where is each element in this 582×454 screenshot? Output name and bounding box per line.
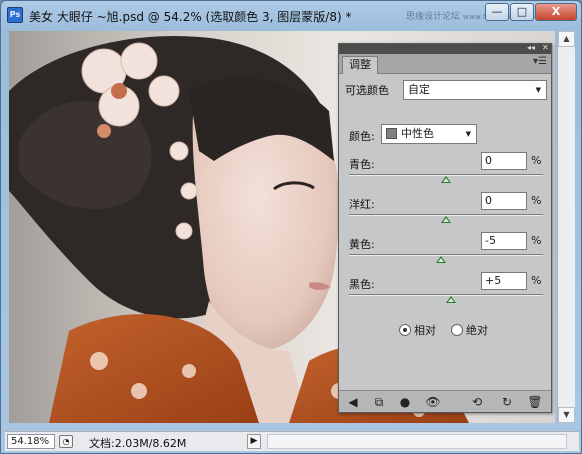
scroll-down-icon[interactable]: ▼ [558,407,575,423]
window-title: 美女 大眼仔 ~旭.psd @ 54.2% (选取颜色 3, 图层蒙版/8) * [29,10,352,24]
trash-icon[interactable]: 🗑 [527,394,543,410]
adjustment-title: 可选颜色 [345,84,389,97]
photoshop-document-window: Ps 美女 大眼仔 ~旭.psd @ 54.2% (选取颜色 3, 图层蒙版/8… [0,0,582,454]
watermark-text: 思缘设计论坛 [406,12,461,22]
expand-view-icon[interactable]: ⧉ [371,394,387,410]
panel-close-icon[interactable]: ✕ [542,43,549,52]
slider-thumb[interactable] [441,216,451,223]
radio-absolute-label: 绝对 [466,324,488,337]
title-bar[interactable]: Ps 美女 大眼仔 ~旭.psd @ 54.2% (选取颜色 3, 图层蒙版/8… [1,1,581,31]
color-label: 颜色: [349,130,375,143]
document-info: 文档:2.03M/8.62M [89,437,187,450]
slider-value-field[interactable]: 0 [481,192,527,210]
slider-label: 黄色: [349,238,375,251]
radio-relative-dot[interactable] [399,324,411,336]
color-swatch [386,128,397,139]
radio-relative-label: 相对 [414,324,436,337]
slider-thumb[interactable] [445,296,456,303]
slider-value-field[interactable]: -5 [481,232,527,250]
radio-absolute-dot[interactable] [451,324,463,336]
slider-label: 黑色: [349,278,375,291]
back-arrow-icon[interactable]: ◀ [345,394,361,410]
tab-adjustments[interactable]: 调整 [342,56,378,74]
percent-unit: % [531,274,542,287]
chevron-down-icon: ▼ [535,86,541,94]
panel-menu-icon[interactable]: ▾☰ [533,56,547,67]
status-bar: 54.18% ◔ 文档:2.03M/8.62M ▶ [5,431,579,451]
collapse-icon[interactable]: ◂◂ [527,43,535,52]
photoshop-app-icon: Ps [7,7,23,23]
percent-unit: % [531,154,542,167]
proof-icon[interactable]: ◔ [59,435,73,448]
scroll-up-icon[interactable]: ▲ [558,31,575,47]
color-select[interactable]: 中性色 ▼ [381,124,477,144]
eye-icon[interactable]: 👁 [425,394,441,410]
adjustments-panel: ◂◂ ✕ 调整 ▾☰ 可选颜色 自定 ▼ 颜色: 中性色 ▼ 青色: 0% 洋红: 0… [338,43,552,413]
slider-value-field[interactable]: +5 [481,272,527,290]
panel-bottom-toolbar: ◀ ⧉ ● 👁 ⟲ ↻ 🗑 [339,390,551,412]
panel-header-strip[interactable]: ◂◂ ✕ [339,43,551,54]
horizontal-scrollbar[interactable] [267,434,567,449]
preset-select[interactable]: 自定 ▼ [403,80,547,100]
panel-tab-bar: 调整 ▾☰ [339,54,551,74]
percent-unit: % [531,234,542,247]
vertical-scrollbar[interactable]: ▲ ▼ [557,31,575,423]
slider-label: 青色: [349,158,375,171]
slider-thumb[interactable] [436,256,447,263]
preset-value: 自定 [408,83,430,96]
zoom-field[interactable]: 54.18% [7,434,55,449]
restore-button[interactable]: □ [510,3,534,21]
color-value: 中性色 [401,127,434,140]
chevron-down-icon: ▼ [465,130,471,138]
slider-value-field[interactable]: 0 [481,152,527,170]
window-controls: — □ X [485,3,577,21]
clip-layer-icon[interactable]: ● [397,394,413,410]
close-button[interactable]: X [535,3,577,21]
status-menu-arrow-icon[interactable]: ▶ [247,434,261,449]
slider-thumb[interactable] [441,176,451,183]
minimize-button[interactable]: — [485,3,509,21]
radio-relative[interactable]: 相对 [399,322,436,338]
slider-label: 洋红: [349,198,375,211]
view-previous-icon[interactable]: ⟲ [469,394,485,410]
reset-icon[interactable]: ↻ [499,394,515,410]
radio-absolute[interactable]: 绝对 [451,322,488,338]
percent-unit: % [531,194,542,207]
